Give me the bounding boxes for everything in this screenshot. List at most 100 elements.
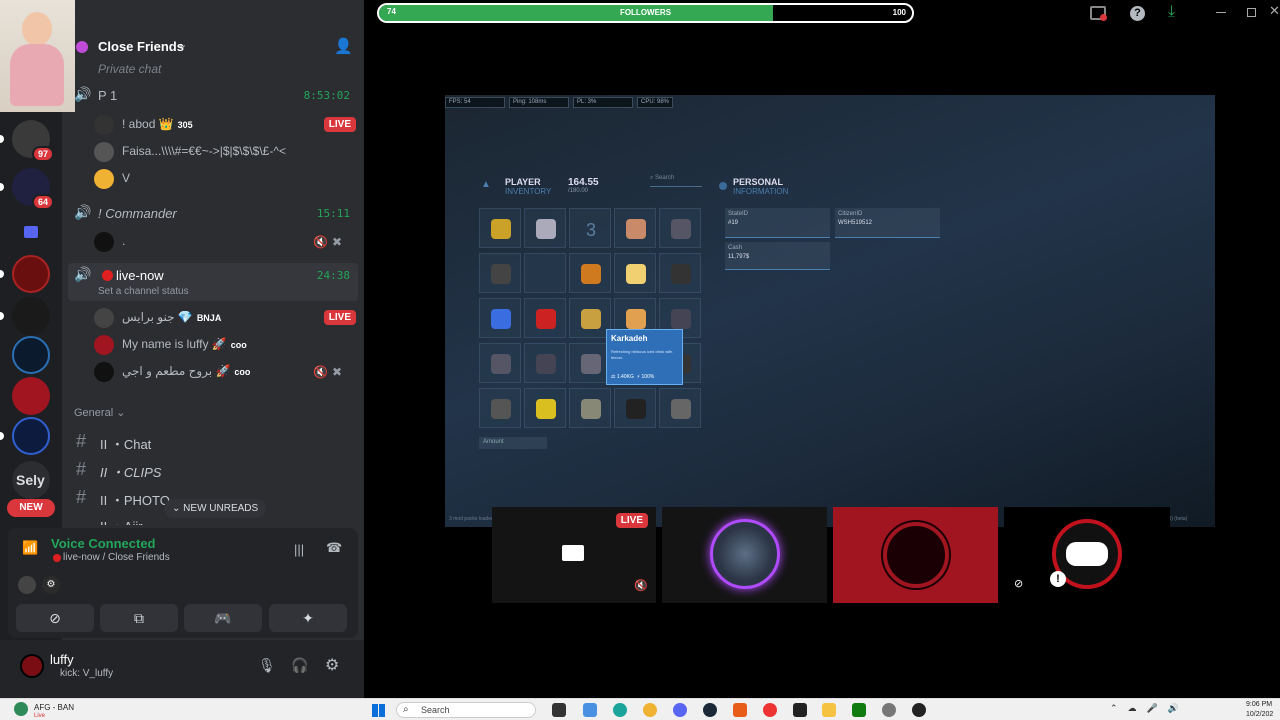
inventory-slot[interactable] (479, 253, 521, 293)
blue-server-icon[interactable] (12, 336, 50, 374)
close-icon[interactable]: ✕ (1269, 3, 1280, 19)
stream-video[interactable]: FPS: 54 Ping: 108ms PL: 3% CPU: 98% ▲ PL… (445, 95, 1215, 527)
download-icon[interactable]: ⤓ (1168, 3, 1175, 21)
file-explorer-icon[interactable] (583, 703, 597, 717)
new-badge[interactable]: NEW (7, 499, 55, 517)
voice-member[interactable]: . 🔇✖ (94, 231, 354, 253)
chrome-icon[interactable] (763, 703, 777, 717)
luffy-server-icon[interactable] (12, 377, 50, 415)
screen-share-icon[interactable] (1090, 6, 1107, 21)
avatar[interactable] (20, 654, 44, 678)
inventory-search[interactable]: ⌕ Search (650, 175, 702, 187)
channel-status[interactable]: Set a channel status (98, 286, 189, 297)
settings-icon[interactable] (882, 703, 896, 717)
inventory-slot[interactable] (524, 298, 566, 338)
inventory-slot[interactable] (569, 388, 611, 428)
voice-member[interactable]: V (94, 168, 354, 190)
speaker-muted-icon[interactable]: 🔇 (634, 579, 648, 592)
vm-server-icon[interactable] (12, 297, 50, 335)
inventory-slot[interactable] (479, 343, 521, 383)
clock-time[interactable]: 9:06 PM (1246, 701, 1272, 708)
inventory-slot[interactable] (569, 253, 611, 293)
voice-member[interactable]: Faisa...\\\\#=€€~->|$|$\$\$\£-^< (94, 141, 354, 163)
obs-icon[interactable] (912, 703, 926, 717)
stream-tile-avatar[interactable] (662, 507, 827, 603)
tray-icons[interactable]: ⌃☁🎤🔊 (1110, 703, 1189, 714)
new-unreads-button[interactable]: ⌄ NEW UNREADS (164, 499, 267, 518)
noise-suppression-icon[interactable]: ||| (294, 542, 304, 557)
edge-icon[interactable] (613, 703, 627, 717)
sely-server-icon[interactable]: Sely (12, 461, 50, 499)
inventory-slot[interactable] (614, 253, 656, 293)
inventory-slot[interactable] (659, 388, 701, 428)
inventory-slot[interactable] (479, 388, 521, 428)
epic-icon[interactable] (793, 703, 807, 717)
voice-channel-commander[interactable]: 🔊 ! Commander 15:11 (70, 202, 358, 228)
voice-status[interactable]: Voice Connected (51, 536, 156, 551)
hud-ping: Ping: 108ms (509, 97, 569, 108)
disconnect-icon[interactable]: ☎ (326, 540, 342, 556)
folder-icon[interactable] (12, 214, 50, 252)
inventory-slot[interactable] (524, 388, 566, 428)
activities-button[interactable]: 🎮 (184, 604, 262, 632)
microphone-icon[interactable]: 🎙 (258, 657, 276, 674)
s-server-icon[interactable] (12, 417, 50, 455)
soundboard-button[interactable]: ✦ (269, 604, 347, 632)
item-icon (626, 264, 646, 284)
progress-label: FOLLOWERS (619, 8, 672, 17)
discord-app-icon[interactable] (673, 703, 687, 717)
weather-text[interactable]: AFG - BAN (34, 703, 74, 712)
inventory-slot[interactable] (569, 298, 611, 338)
hud-cpu: CPU: 98% (637, 97, 673, 108)
xbox-icon[interactable] (852, 703, 866, 717)
avatar (0, 0, 75, 112)
task-view-icon[interactable] (552, 703, 566, 717)
stream-tile-screen[interactable]: LIVE 🔇 (492, 507, 656, 603)
stream-tile-discord[interactable]: ⊘ ! (1004, 507, 1170, 603)
text-channel-chat[interactable]: # II ・Chat (70, 429, 358, 455)
headphones-icon[interactable]: 🎧 (291, 657, 308, 674)
inventory-slot[interactable] (479, 208, 521, 248)
steam-icon[interactable] (703, 703, 717, 717)
discord-tb-icon[interactable] (643, 703, 657, 717)
app-icon[interactable] (733, 703, 747, 717)
minimize-icon[interactable] (1216, 12, 1226, 13)
inventory-slot[interactable] (524, 208, 566, 248)
taskbar-search[interactable]: ⌕ Search (396, 702, 536, 718)
inventory-slot[interactable] (614, 208, 656, 248)
inventory-slot[interactable] (524, 343, 566, 383)
citizen-id-field: CitizenID WSH519512 (835, 208, 940, 238)
voice-channel-p1[interactable]: 🔊 P 1 8:53:02 (70, 84, 358, 110)
folder-icon[interactable] (822, 703, 836, 717)
voice-member[interactable]: بروح مطعم و اجي 🚀 coo 🔇✖ (94, 361, 354, 383)
server-64-icon[interactable]: 64 (12, 168, 54, 210)
help-icon[interactable]: ? (1130, 6, 1145, 21)
voice-member[interactable]: ! abod 👑 305 LIVE (94, 114, 356, 136)
stream-tile-luffy[interactable] (833, 507, 998, 603)
unread-pill (0, 135, 4, 143)
settings-icon[interactable]: ⚙ (325, 655, 339, 675)
voice-member[interactable]: جنو برايس 💎 BNJA LIVE (94, 307, 356, 329)
inventory-slot[interactable] (659, 253, 701, 293)
red-server-icon[interactable] (12, 255, 50, 293)
inventory-slot[interactable] (569, 343, 611, 383)
voice-member[interactable]: My name is luffy 🚀 coo (94, 334, 354, 356)
server-header[interactable]: Close Friends ⌄ 👤 (62, 30, 364, 64)
amount-input[interactable]: Amount (479, 437, 547, 449)
chevron-down-icon: ⌄ (116, 407, 126, 419)
hidden-eye-icon[interactable]: ⊘ (1014, 577, 1023, 590)
server-97-icon[interactable]: 97 (12, 120, 54, 162)
category-general[interactable]: General ⌄ (74, 406, 125, 419)
inventory-slot[interactable] (659, 208, 701, 248)
camera-off-button[interactable]: ⊘ (16, 604, 94, 632)
voice-location[interactable]: live-now / Close Friends (63, 552, 170, 563)
screen-share-button[interactable]: ⧉ (100, 604, 178, 632)
maximize-icon[interactable] (1247, 8, 1256, 17)
inventory-slot[interactable] (614, 388, 656, 428)
inventory-slot[interactable] (479, 298, 521, 338)
text-channel-clips[interactable]: # II ・CLIPS (70, 457, 358, 483)
progress-max: 100 (892, 8, 906, 17)
windows-start-icon[interactable] (372, 704, 385, 717)
inventory-slot[interactable] (524, 253, 566, 293)
invite-user-icon[interactable]: 👤 (334, 37, 353, 55)
